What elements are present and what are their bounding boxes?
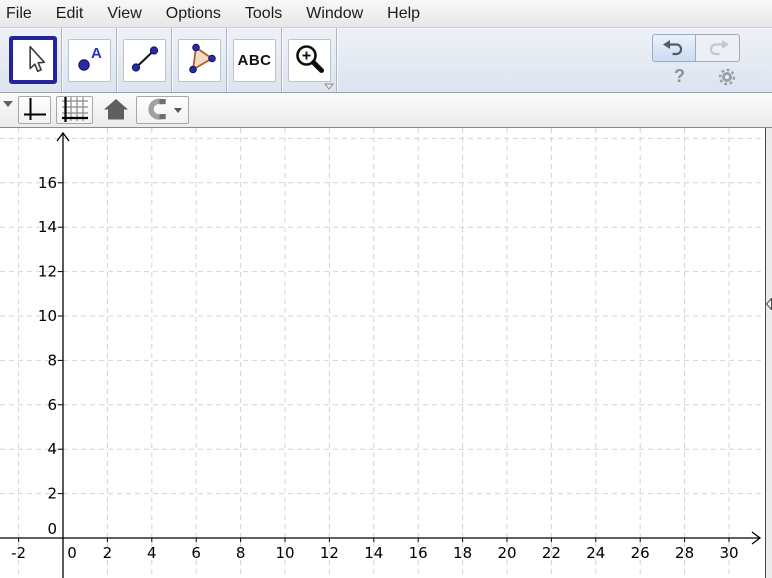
svg-text:14: 14: [364, 544, 383, 562]
polygon-icon: [184, 43, 216, 78]
menu-item-file[interactable]: File: [2, 5, 44, 23]
svg-text:-2: -2: [11, 544, 26, 562]
svg-text:18: 18: [453, 544, 472, 562]
menu-item-view[interactable]: View: [95, 5, 153, 23]
svg-text:2: 2: [47, 485, 57, 503]
svg-text:16: 16: [409, 544, 428, 562]
svg-text:30: 30: [719, 544, 738, 562]
svg-text:12: 12: [320, 544, 339, 562]
menu-item-edit[interactable]: Edit: [44, 5, 96, 23]
magnet-icon: [144, 97, 168, 124]
svg-text:22: 22: [542, 544, 561, 562]
svg-text:12: 12: [38, 263, 57, 281]
grid-icon: [60, 95, 90, 126]
cursor-arrow-icon: [16, 42, 50, 79]
undo-redo-group: [652, 34, 740, 62]
svg-text:4: 4: [47, 440, 57, 458]
toolbar: A: [0, 28, 772, 93]
help-settings-row: ?: [652, 62, 740, 87]
stylebar-toggle-arrow-icon[interactable]: [3, 101, 13, 107]
svg-text:28: 28: [675, 544, 694, 562]
segment-tool-button[interactable]: [123, 39, 166, 82]
point-capturing-button[interactable]: [136, 96, 189, 124]
svg-text:0: 0: [47, 520, 57, 538]
graphics-view-container: -202468101214161820222426283002468101214…: [0, 128, 772, 578]
point-icon: A: [74, 43, 106, 78]
undo-button[interactable]: [652, 34, 696, 62]
menu-item-help[interactable]: Help: [375, 5, 432, 23]
svg-text:4: 4: [147, 544, 157, 562]
zoom-in-tool-button[interactable]: [288, 39, 331, 82]
menu-bar: File Edit View Options Tools Window Help: [0, 0, 772, 28]
home-icon: [103, 97, 129, 124]
svg-text:20: 20: [497, 544, 516, 562]
right-panel-strip: [766, 128, 772, 578]
redo-arrow-icon: [705, 38, 731, 59]
toolcell-segment: [117, 28, 172, 92]
svg-text:0: 0: [67, 544, 77, 562]
svg-text:16: 16: [38, 174, 57, 192]
redo-button[interactable]: [696, 34, 740, 62]
toolcell-move: [0, 28, 62, 92]
text-tool-label: ABC: [238, 52, 272, 69]
standard-view-button[interactable]: [101, 96, 131, 124]
toolcell-polygon: [172, 28, 227, 92]
svg-text:10: 10: [275, 544, 294, 562]
point-tool-button[interactable]: A: [68, 39, 111, 82]
svg-text:8: 8: [236, 544, 246, 562]
svg-text:6: 6: [47, 396, 57, 414]
undo-arrow-icon: [661, 38, 687, 59]
panel-collapse-arrow-icon[interactable]: [766, 298, 772, 310]
toolcell-text: ABC: [227, 28, 282, 92]
point-label-letter: A: [91, 45, 102, 62]
show-grid-button[interactable]: [56, 96, 93, 124]
text-tool-button[interactable]: ABC: [233, 39, 276, 82]
geogebra-window: File Edit View Options Tools Window Help: [0, 0, 772, 578]
graphics-canvas[interactable]: -202468101214161820222426283002468101214…: [0, 128, 766, 578]
svg-text:2: 2: [103, 544, 113, 562]
menu-item-tools[interactable]: Tools: [233, 5, 294, 23]
magnifier-plus-icon: [293, 42, 327, 79]
svg-text:24: 24: [586, 544, 605, 562]
svg-text:8: 8: [47, 351, 57, 369]
polygon-tool-button[interactable]: [178, 39, 221, 82]
chevron-down-icon: [174, 108, 182, 113]
svg-text:6: 6: [191, 544, 201, 562]
move-tool-button[interactable]: [9, 36, 57, 84]
toolcell-zoom: [282, 28, 337, 92]
svg-text:10: 10: [38, 307, 57, 325]
help-button[interactable]: ?: [674, 66, 685, 87]
toolbar-right-group: ?: [652, 34, 740, 87]
toolcell-point: A: [62, 28, 117, 92]
svg-text:14: 14: [38, 218, 57, 236]
gear-icon: [717, 75, 737, 90]
segment-icon: [129, 43, 161, 78]
settings-button[interactable]: [717, 67, 737, 87]
svg-text:26: 26: [631, 544, 650, 562]
menu-item-options[interactable]: Options: [154, 5, 233, 23]
show-axes-button[interactable]: [18, 96, 51, 124]
graphics-style-bar: [0, 93, 772, 128]
menu-item-window[interactable]: Window: [294, 5, 375, 23]
axes-icon: [22, 96, 48, 125]
